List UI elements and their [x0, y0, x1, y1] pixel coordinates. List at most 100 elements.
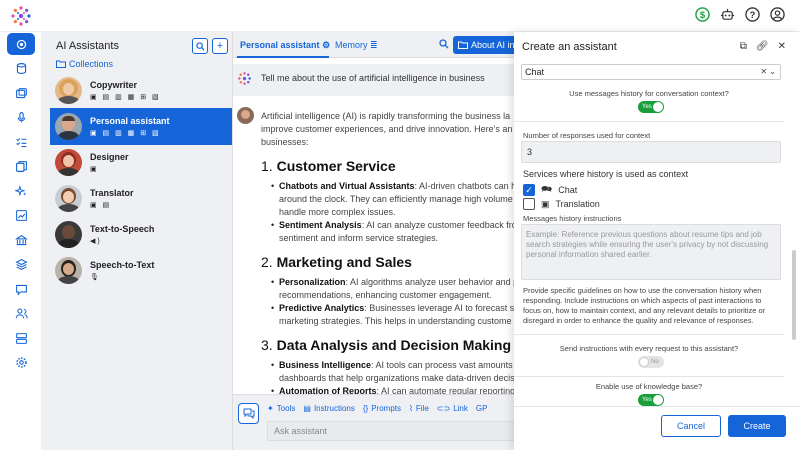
link-icon[interactable]: 🔗︎ — [756, 41, 769, 52]
assistant-item-text-to-speech[interactable]: Text-to-Speech ◀) — [50, 216, 232, 253]
assistant-item-speech-to-text[interactable]: Speech-to-Text 🎙 — [50, 252, 232, 289]
clear-chevron-icon[interactable]: ✕ ⌄ — [760, 67, 776, 76]
search-icon — [195, 41, 205, 51]
chat-mode-button[interactable] — [238, 403, 259, 424]
bullet-continuation: recommendations, enhancing customer enga… — [279, 290, 492, 300]
service-select[interactable]: Chat ✕ ⌄ — [521, 64, 781, 80]
nav-database-icon[interactable] — [0, 57, 42, 82]
assistant-item-translator[interactable]: Translator ▣ ▤ — [50, 180, 232, 217]
collections-link[interactable]: Collections — [56, 59, 113, 69]
instructions-textarea[interactable]: Example: Reference previous questions ab… — [521, 224, 781, 280]
assistant-name: Copywriter — [90, 80, 138, 90]
assistant-capability-icons: ▣ ▤ — [90, 202, 112, 209]
help-icon[interactable]: ? — [744, 6, 761, 23]
tools-button[interactable]: ✦ Tools — [267, 404, 295, 413]
add-assistant-button[interactable]: + — [212, 38, 228, 54]
file-label: File — [415, 404, 429, 413]
gpt-label: GP — [475, 404, 488, 413]
avatar — [55, 185, 82, 212]
nav-chart-icon[interactable] — [0, 204, 42, 229]
bullet-term: Predictive Analytics — [279, 303, 365, 313]
copy-icon[interactable]: ⧉ — [740, 41, 747, 52]
services-label: Services where history is used as contex… — [523, 169, 689, 179]
instructions-button[interactable]: ▤ Instructions — [303, 404, 354, 413]
nav-microphone-icon[interactable] — [0, 106, 42, 131]
scrollbar[interactable] — [792, 250, 796, 340]
link-button[interactable]: ⊂⊃ Link — [437, 404, 468, 413]
instructions-label: Instructions — [313, 404, 355, 413]
bullet-item: Business Intelligence: AI tools can proc… — [271, 359, 515, 372]
nav-bank-icon[interactable] — [0, 228, 42, 253]
bullet-term: Sentiment Analysis — [279, 220, 362, 230]
nav-sparkles-icon[interactable] — [0, 179, 42, 204]
nav-copy-icon[interactable] — [0, 155, 42, 180]
create-button[interactable]: Create — [728, 415, 786, 437]
assistant-name: Text-to-Speech — [90, 224, 155, 234]
chat-area: Personal assistant ⚙ Memory ≣ About AI i… — [232, 32, 515, 450]
gpt-button[interactable]: GP — [476, 404, 488, 413]
active-tab-underline — [237, 56, 329, 58]
tab-memory[interactable]: Memory ≣ — [335, 40, 378, 51]
assistants-panel: AI Assistants + Collections Copywriter ▣ … — [50, 32, 232, 450]
send-instructions-toggle[interactable]: No — [638, 356, 664, 368]
knowledge-base-toggle[interactable]: Yes — [638, 394, 664, 406]
search-icon[interactable] — [439, 39, 449, 52]
history-toggle[interactable]: Yes — [638, 101, 664, 113]
nav-checklist-icon[interactable] — [0, 130, 42, 155]
close-icon[interactable]: ✕ — [778, 41, 786, 52]
bullet-item: Personalization: AI algorithms analyze u… — [271, 276, 515, 289]
folder-icon — [458, 41, 468, 49]
user-message: Tell me about the use of artificial inte… — [233, 64, 515, 96]
file-button[interactable]: ⌇ File — [409, 404, 429, 413]
dollar-icon[interactable]: $ — [694, 6, 711, 23]
nav-images-icon[interactable] — [0, 81, 42, 106]
paperclip-icon: ⌇ — [409, 404, 413, 413]
robot-icon[interactable] — [719, 6, 736, 23]
bullet-text: : AI tools can process vast amounts o — [371, 360, 515, 370]
assistant-item-personal-assistant[interactable]: Personal assistant ▣ ▤ ▥ ▦ ⊞ ▧ — [50, 108, 232, 145]
prompts-button[interactable]: {} Prompts — [363, 404, 401, 413]
assistant-name: Translator — [90, 188, 134, 198]
service-chat-checkbox[interactable]: ✓ 🗪︎ Chat — [523, 182, 577, 198]
section-title: Marketing and Sales — [276, 254, 412, 270]
history-question: Use messages history for conversation co… — [569, 89, 729, 98]
app-logo[interactable] — [10, 5, 32, 27]
tab-personal-assistant[interactable]: Personal assistant ⚙ — [240, 40, 330, 51]
bullet-continuation: marketing strategies. This helps in unde… — [279, 316, 512, 326]
nav-gear-icon[interactable] — [0, 351, 42, 376]
checkbox-unchecked[interactable] — [523, 198, 535, 210]
chat-topic-button[interactable]: About AI in — [453, 36, 515, 54]
nav-layers-icon[interactable] — [0, 253, 42, 278]
bullet-continuation: around the clock. They can efficiently m… — [279, 194, 513, 204]
section-title: Data Analysis and Decision Making — [276, 337, 512, 353]
service-translation-checkbox[interactable]: ▣ Translation — [523, 198, 600, 210]
response-text: businesses: — [261, 137, 309, 147]
tools-label: Tools — [276, 404, 296, 413]
panel-title: Create an assistant — [522, 41, 617, 53]
assistant-item-copywriter[interactable]: Copywriter ▣ ▤ ▥ ▦ ⊞ ▧ — [50, 72, 232, 109]
avatar — [55, 77, 82, 104]
assistant-response: Artificial intelligence (AI) is rapidly … — [261, 110, 515, 410]
link-label: Link — [453, 404, 468, 413]
nav-brain-icon[interactable] — [0, 32, 42, 57]
nav-users-icon[interactable] — [0, 302, 42, 327]
nav-chat-icon[interactable] — [0, 277, 42, 302]
section-heading: 3. Data Analysis and Decision Making — [261, 337, 515, 353]
checkbox-checked[interactable]: ✓ — [523, 184, 535, 196]
user-message-text: Tell me about the use of artificial inte… — [261, 73, 485, 83]
nav-server-icon[interactable] — [0, 326, 42, 351]
section-number: 2. — [261, 254, 277, 270]
ask-assistant-input[interactable]: Ask assistant — [267, 421, 515, 441]
sparkles-icon: ✦ — [267, 404, 274, 413]
service-translation-label: Translation — [555, 199, 600, 209]
section-heading: 2. Marketing and Sales — [261, 254, 515, 270]
cancel-button[interactable]: Cancel — [661, 415, 721, 437]
database-icon: ≣ — [370, 40, 378, 50]
service-select-value: Chat — [525, 67, 545, 77]
user-icon[interactable] — [769, 6, 786, 23]
assistant-item-designer[interactable]: Designer ▣ — [50, 144, 232, 181]
search-assistants-button[interactable] — [192, 38, 208, 54]
chat-bubbles-icon — [243, 408, 254, 419]
chat-topic-label: About AI in — [471, 40, 515, 50]
responses-input[interactable]: 3 — [521, 141, 781, 163]
